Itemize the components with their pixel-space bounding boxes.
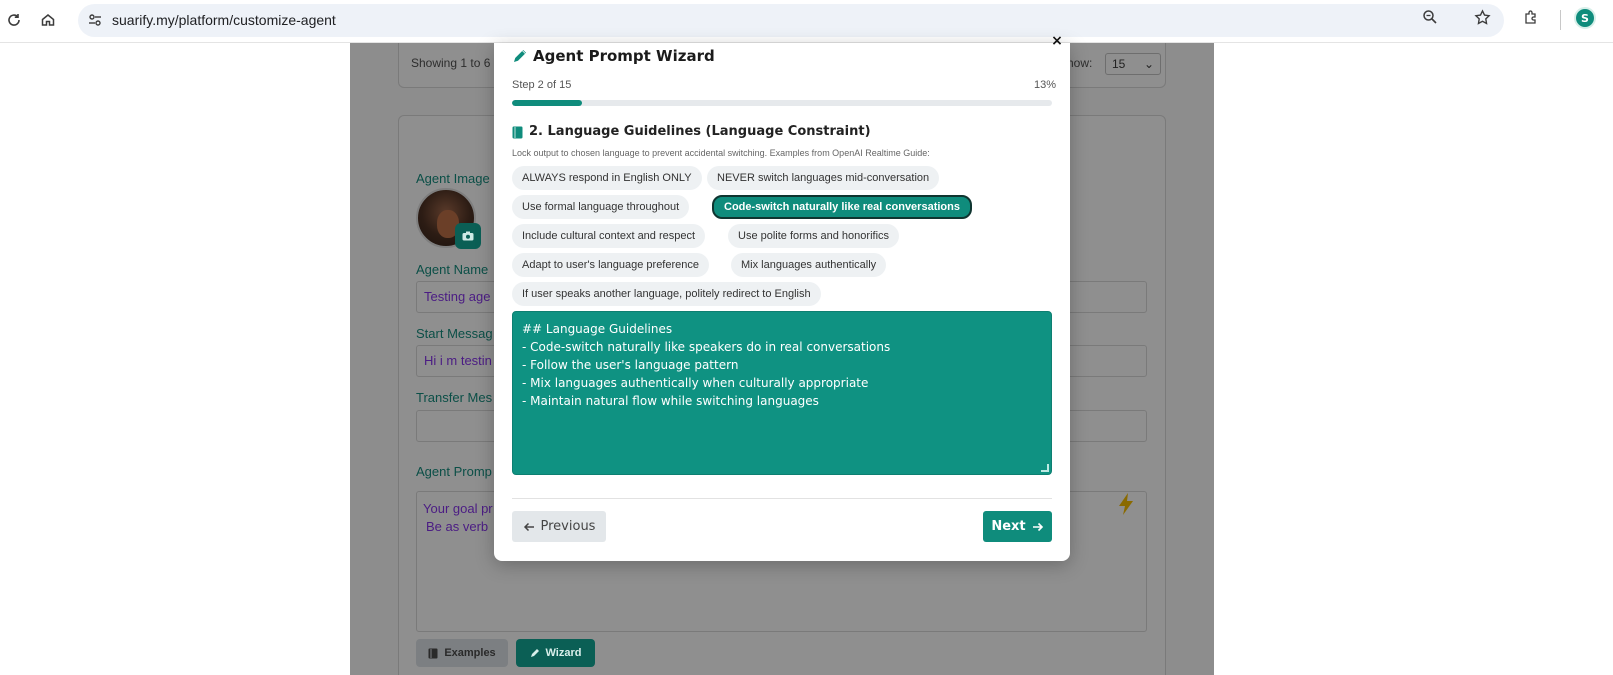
step-indicator: Step 2 of 15	[512, 79, 572, 91]
pencil-icon	[530, 649, 539, 657]
close-icon[interactable]: ×	[1050, 34, 1064, 48]
agent-prompt-line-1: Your goal pr	[423, 501, 493, 516]
prompt-line: ## Language Guidelines	[522, 322, 673, 336]
suggestion-chip[interactable]: If user speaks another language, politel…	[512, 282, 821, 306]
start-message-label: Start Messag	[416, 326, 493, 341]
zoom-icon[interactable]	[1420, 7, 1440, 27]
address-bar[interactable]: suarify.my/platform/customize-agent	[78, 4, 1504, 37]
page-size-select[interactable]: 15 ⌄	[1105, 53, 1161, 75]
modal-title: Agent Prompt Wizard	[533, 47, 715, 65]
book-icon	[512, 126, 523, 139]
section-description: Lock output to chosen language to preven…	[512, 148, 930, 158]
agent-prompt-label: Agent Promp	[416, 464, 492, 479]
site-settings-icon[interactable]	[86, 11, 104, 29]
section-title: 2. Language Guidelines (Language Constra…	[529, 124, 871, 139]
suggestion-chip[interactable]: Adapt to user's language preference	[512, 253, 709, 277]
previous-button[interactable]: Previous	[512, 511, 606, 542]
progress-fill	[512, 100, 583, 106]
prompt-line: - Mix languages authentically when cultu…	[522, 376, 869, 390]
show-label: how:	[1067, 56, 1093, 70]
browser-toolbar: suarify.my/platform/customize-agent S	[0, 0, 1613, 43]
showing-entries-text: Showing 1 to 6 o	[411, 56, 501, 70]
agent-name-label: Agent Name	[416, 262, 489, 277]
examples-button[interactable]: Examples	[416, 639, 508, 667]
progress-bar	[512, 100, 1052, 106]
suggestion-chip[interactable]: NEVER switch languages mid-conversation	[707, 166, 940, 190]
reload-icon[interactable]	[4, 10, 24, 30]
arrow-right-icon	[1032, 522, 1043, 531]
prompt-line: - Follow the user's language pattern	[522, 358, 739, 372]
extensions-icon[interactable]	[1521, 7, 1541, 27]
agent-prompt-line-2: Be as verb	[426, 519, 489, 534]
suggestion-chip-selected[interactable]: Code-switch naturally like real conversa…	[712, 195, 972, 219]
bookmark-star-icon[interactable]	[1472, 7, 1492, 27]
home-icon[interactable]	[38, 10, 58, 30]
agent-image-label: Agent Image	[416, 171, 490, 186]
arrow-left-icon	[523, 522, 534, 531]
suggestion-chip[interactable]: Use formal language throughout	[512, 195, 690, 219]
pencil-icon	[512, 48, 528, 64]
next-button[interactable]: Next	[983, 511, 1052, 542]
profile-avatar[interactable]: S	[1574, 7, 1596, 29]
toolbar-divider	[1560, 10, 1561, 30]
url-text: suarify.my/platform/customize-agent	[112, 12, 336, 28]
suggestion-chip[interactable]: Mix languages authentically	[731, 253, 887, 277]
page-margin-right	[1214, 43, 1613, 675]
transfer-message-label: Transfer Mes	[416, 390, 493, 405]
prompt-line: - Code-switch naturally like speakers do…	[522, 340, 891, 354]
start-message-value: Hi i m testin	[424, 353, 492, 368]
suggestion-chip[interactable]: Use polite forms and honorifics	[728, 224, 900, 248]
book-icon	[428, 648, 438, 658]
resize-handle[interactable]	[1041, 464, 1049, 472]
prompt-line: - Maintain natural flow while switching …	[522, 394, 819, 408]
modal-footer-divider	[512, 498, 1052, 499]
agent-name-value: Testing age	[424, 289, 491, 304]
camera-icon[interactable]	[455, 223, 481, 249]
page-margin-left	[0, 43, 350, 675]
progress-percent: 13%	[1034, 79, 1057, 91]
prompt-textarea[interactable]: ## Language Guidelines - Code-switch nat…	[512, 311, 1052, 475]
suggestion-chip[interactable]: Include cultural context and respect	[512, 224, 706, 248]
suggestion-chip[interactable]: ALWAYS respond in English ONLY	[512, 166, 702, 190]
wizard-button[interactable]: Wizard	[516, 639, 595, 667]
lightning-icon[interactable]	[1116, 492, 1136, 519]
